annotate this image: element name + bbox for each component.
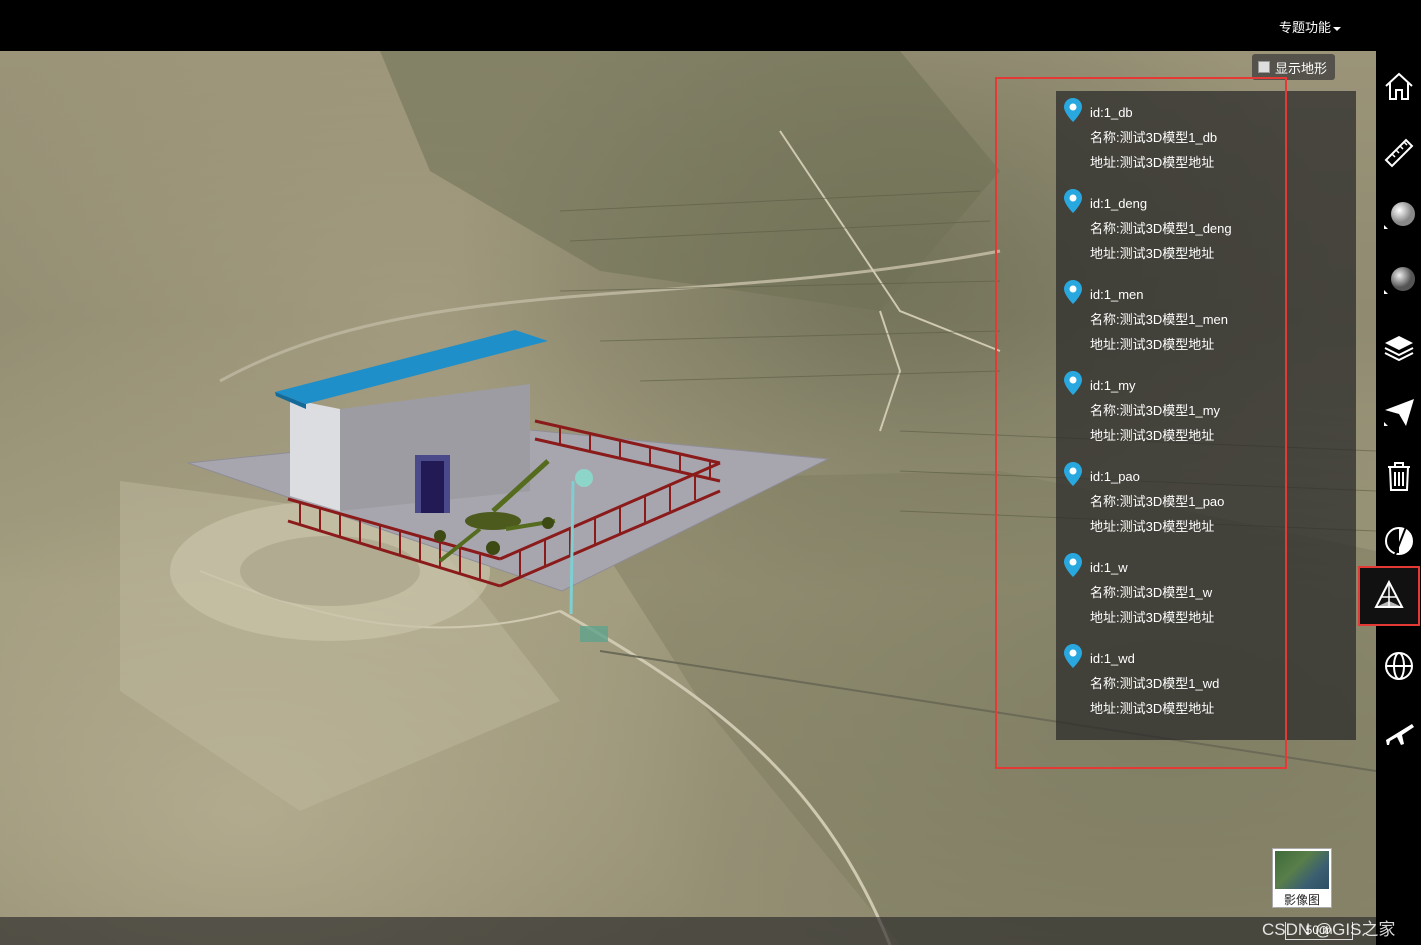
map-pin-icon [1064, 553, 1082, 577]
model-lamp [569, 480, 575, 615]
sphere-icon [1383, 202, 1415, 229]
basemap-thumbnail [1275, 851, 1329, 889]
info-list-item[interactable]: id:1_deng 名称:测试3D模型1_deng 地址:测试3D模型地址 [1056, 182, 1356, 273]
info-address: 地址:测试3D模型地址 [1090, 610, 1215, 625]
delete-button[interactable] [1376, 446, 1421, 506]
topic-function-menu[interactable]: 专题功能 [1279, 17, 1341, 36]
half-circle-icon [1384, 526, 1413, 556]
globe-icon [1384, 652, 1413, 680]
pyramid-icon [1374, 579, 1404, 608]
status-strip [0, 917, 1376, 945]
layers-icon [1384, 336, 1413, 362]
right-toolbar [1358, 51, 1421, 945]
home-icon [1384, 72, 1413, 100]
info-id: id:1_w [1090, 560, 1128, 575]
airplane-icon [1385, 724, 1414, 745]
info-list-item[interactable]: id:1_w 名称:测试3D模型1_w 地址:测试3D模型地址 [1056, 546, 1356, 637]
map-pin-icon [1064, 644, 1082, 668]
info-address: 地址:测试3D模型地址 [1090, 428, 1215, 443]
watermark-text: CSDN @GIS之家 [1262, 920, 1396, 939]
sphere-dark-button[interactable] [1376, 251, 1421, 311]
paper-plane-icon [1383, 399, 1414, 426]
info-name: 名称:测试3D模型1_my [1090, 403, 1221, 418]
info-name: 名称:测试3D模型1_men [1090, 312, 1228, 327]
info-name: 名称:测试3D模型1_deng [1090, 221, 1232, 236]
info-name: 名称:测试3D模型1_wd [1090, 676, 1220, 691]
map-pin-icon [1064, 189, 1082, 213]
info-id: id:1_db [1090, 105, 1133, 120]
show-terrain-label: 显示地形 [1275, 60, 1328, 76]
measure-button[interactable] [1376, 121, 1421, 181]
layers-button[interactable] [1376, 316, 1421, 376]
info-id: id:1_wd [1090, 651, 1135, 666]
info-address: 地址:测试3D模型地址 [1090, 246, 1215, 261]
map-pin-icon [1064, 462, 1082, 486]
info-address: 地址:测试3D模型地址 [1090, 519, 1215, 534]
info-id: id:1_men [1090, 287, 1144, 302]
home-button[interactable] [1376, 56, 1421, 116]
sphere-light-button[interactable] [1376, 186, 1421, 246]
info-list-item[interactable]: id:1_wd 名称:测试3D模型1_wd 地址:测试3D模型地址 [1056, 637, 1356, 728]
info-name: 名称:测试3D模型1_db [1090, 130, 1218, 145]
info-address: 地址:测试3D模型地址 [1090, 155, 1215, 170]
fly-button[interactable] [1376, 701, 1421, 761]
topic-menu-label: 专题功能 [1278, 20, 1331, 35]
split-view-button[interactable] [1376, 511, 1421, 571]
info-name: 名称:测试3D模型1_w [1090, 585, 1213, 600]
info-address: 地址:测试3D模型地址 [1090, 337, 1215, 352]
info-list-item[interactable]: id:1_db 名称:测试3D模型1_db 地址:测试3D模型地址 [1056, 91, 1356, 182]
top-bar: 专题功能 [0, 0, 1421, 51]
caret-down-icon [1333, 26, 1341, 31]
info-id: id:1_pao [1090, 469, 1140, 484]
info-list-item[interactable]: id:1_my 名称:测试3D模型1_my 地址:测试3D模型地址 [1056, 364, 1356, 455]
show-terrain-toggle[interactable]: 显示地形 [1252, 54, 1335, 80]
info-name: 名称:测试3D模型1_pao [1090, 494, 1225, 509]
show-terrain-checkbox[interactable] [1258, 61, 1270, 73]
trash-icon [1387, 462, 1410, 491]
map-pin-icon [1064, 280, 1082, 304]
info-list-item[interactable]: id:1_men 名称:测试3D模型1_men 地址:测试3D模型地址 [1056, 273, 1356, 364]
basemap-switcher[interactable]: 影像图 [1272, 848, 1332, 908]
map-pin-icon [1064, 98, 1082, 122]
sphere-dark-icon [1383, 267, 1415, 294]
globe-button[interactable] [1376, 636, 1421, 696]
info-list-item[interactable]: id:1_pao 名称:测试3D模型1_pao 地址:测试3D模型地址 [1056, 455, 1356, 546]
model-info-panel[interactable]: id:1_db 名称:测试3D模型1_db 地址:测试3D模型地址 id:1_d… [1056, 91, 1356, 740]
map-pin-icon [1064, 371, 1082, 395]
send-button[interactable] [1376, 381, 1421, 441]
info-address: 地址:测试3D模型地址 [1090, 701, 1215, 716]
ruler-icon [1384, 138, 1413, 168]
basemap-label: 影像图 [1283, 893, 1320, 907]
analysis-button-active[interactable] [1358, 566, 1420, 626]
info-id: id:1_my [1090, 378, 1136, 393]
info-id: id:1_deng [1090, 196, 1148, 211]
